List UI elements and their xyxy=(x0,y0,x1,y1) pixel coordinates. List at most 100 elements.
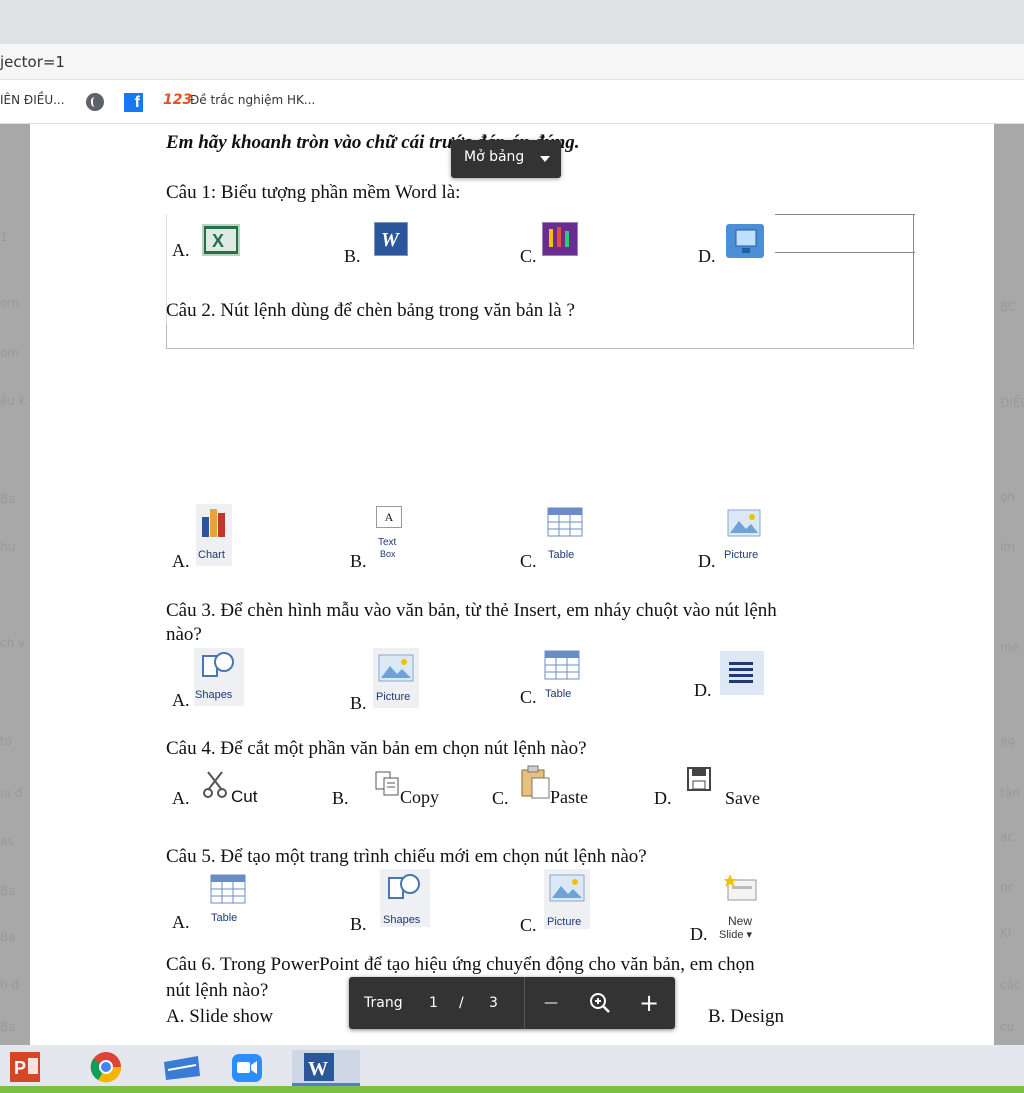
table-icon xyxy=(547,507,583,537)
q2-option-b: B. xyxy=(350,551,367,571)
q3-option-d: D. xyxy=(694,680,712,700)
ghost-fragment-left: ch v xyxy=(0,636,26,650)
chevron-down-icon xyxy=(540,156,550,162)
q2-option-a: A. xyxy=(172,551,190,571)
picture-icon xyxy=(378,654,414,682)
new-slide-label-line2: Slide ▾ xyxy=(719,929,753,941)
q5-option-b: B. xyxy=(350,914,367,934)
ghost-fragment-right: nc xyxy=(1000,880,1015,894)
question-6-option-a: A. Slide show xyxy=(166,1006,274,1027)
svg-text:X: X xyxy=(212,231,224,251)
shapes-icon xyxy=(202,652,234,677)
current-page-input[interactable]: 1 xyxy=(429,995,438,1011)
zoom-icon[interactable] xyxy=(589,992,611,1014)
frame-line-top xyxy=(775,214,915,215)
q4-option-c: C. xyxy=(492,788,509,808)
q3-option-c: C. xyxy=(520,687,537,707)
svg-text:P: P xyxy=(14,1058,26,1078)
globe-icon[interactable] xyxy=(86,93,104,111)
q4-option-a: A. xyxy=(172,788,190,808)
svg-text:W: W xyxy=(308,1058,328,1080)
copy-label: Copy xyxy=(400,787,440,807)
zoom-out-button[interactable]: — xyxy=(544,995,558,1011)
picture-label: Picture xyxy=(376,691,411,703)
q3-option-b: B. xyxy=(350,693,367,713)
svg-text:W: W xyxy=(381,229,400,251)
blue-app-icon[interactable] xyxy=(160,1050,208,1086)
bookmarks-bar: IÊN ĐIỀU... Đề trắc nghiệm HK... xyxy=(0,80,1024,124)
question-6-text-line2: nút lệnh nào? xyxy=(166,980,269,1001)
word-taskbar-icon[interactable]: W xyxy=(292,1050,360,1086)
background-page-left xyxy=(0,124,30,1045)
table-label: Table xyxy=(548,549,575,561)
ghost-fragment-right: BC xyxy=(1000,300,1017,314)
question-2-text: Câu 2. Nút lệnh dùng để chèn bảng trong … xyxy=(166,300,575,321)
chart-icon xyxy=(202,509,225,537)
question-3-text-line2: nào? xyxy=(166,624,202,645)
ghost-fragment-left: as xyxy=(0,834,14,848)
textbox-label-line1: Text xyxy=(378,537,397,548)
question-4-text: Câu 4. Để cắt một phần văn bản em chọn n… xyxy=(166,738,587,759)
question-5-text: Câu 5. Để tạo một trang trình chiếu mới … xyxy=(166,846,647,867)
address-text: jector=1 xyxy=(0,53,65,71)
save-label: Save xyxy=(725,788,760,808)
browser-tab-strip xyxy=(0,0,1024,44)
q2-option-d: D. xyxy=(698,551,716,571)
q5-option-c: C. xyxy=(520,915,537,935)
q1-option-a: A. xyxy=(172,240,190,260)
address-bar[interactable]: jector=1 xyxy=(0,44,1024,80)
open-table-label: Mở bảng xyxy=(464,149,525,165)
document-page: Em hãy khoanh tròn vào chữ cái trước đáp… xyxy=(30,124,994,1045)
ghost-fragment-left: Ba xyxy=(0,884,16,898)
q1-option-d: D. xyxy=(698,246,716,266)
ghost-fragment-left: om xyxy=(0,346,20,360)
shapes-label: Shapes xyxy=(195,689,233,701)
frame-line-right xyxy=(913,214,914,344)
ghost-fragment-right: ĐIỀU xyxy=(1000,396,1024,410)
page-separator: / xyxy=(459,995,464,1011)
excel-icon: X xyxy=(202,224,240,256)
open-table-button[interactable]: Mở bảng xyxy=(451,140,561,178)
q4-option-b: B. xyxy=(332,788,349,808)
q2-option-c: C. xyxy=(520,551,537,571)
q5-option-d: D. xyxy=(690,924,708,944)
computer-icon xyxy=(726,224,764,258)
chrome-icon[interactable] xyxy=(84,1050,132,1086)
facebook-icon[interactable]: f xyxy=(124,93,143,112)
paint-icon xyxy=(542,222,578,256)
bookmark-item-1[interactable]: IÊN ĐIỀU... xyxy=(0,93,65,107)
save-icon xyxy=(687,767,711,791)
q3-option-a: A. xyxy=(172,690,190,710)
ghost-fragment-right: cu xyxy=(1000,1020,1015,1034)
taskbar-accent xyxy=(0,1086,1024,1093)
ghost-fragment-left: Ba xyxy=(0,930,16,944)
picture-icon xyxy=(549,874,585,902)
table-label: Table xyxy=(211,912,238,924)
q1-option-c: C. xyxy=(520,246,537,266)
paste-label: Paste xyxy=(550,787,588,807)
textbox-label-line2: Box xyxy=(380,549,396,559)
page-label: Trang xyxy=(364,995,403,1011)
ghost-fragment-left: to xyxy=(0,734,13,748)
bookmark-123-icon: 123 xyxy=(163,92,193,108)
ghost-fragment-right: các xyxy=(1000,978,1021,992)
zoom-app-icon[interactable] xyxy=(226,1050,274,1086)
ghost-fragment-right: ọn xyxy=(1000,490,1015,504)
ghost-fragment-right: me xyxy=(1000,640,1020,654)
bookmark-item-2[interactable]: Đề trắc nghiệm HK... xyxy=(190,93,315,107)
ghost-fragment-right: Ki xyxy=(1000,926,1012,940)
table-frame xyxy=(166,214,914,349)
zoom-in-button[interactable]: + xyxy=(639,989,659,1017)
ghost-fragment-right: tận xyxy=(1000,786,1020,800)
picture-icon xyxy=(727,509,761,537)
ghost-fragment-left: hư xyxy=(0,540,16,554)
textbox-icon: A xyxy=(376,506,402,528)
ghost-fragment-left: ều k xyxy=(0,394,26,408)
table-icon xyxy=(210,874,246,904)
new-slide-icon xyxy=(724,874,757,901)
question-6-option-b: B. Design xyxy=(708,1006,784,1027)
powerpoint-icon[interactable]: P xyxy=(4,1050,52,1086)
question-1-text: Câu 1: Biểu tượng phần mềm Word là: xyxy=(166,182,461,203)
copy-icon xyxy=(375,771,399,796)
table-label: Table xyxy=(545,688,572,700)
